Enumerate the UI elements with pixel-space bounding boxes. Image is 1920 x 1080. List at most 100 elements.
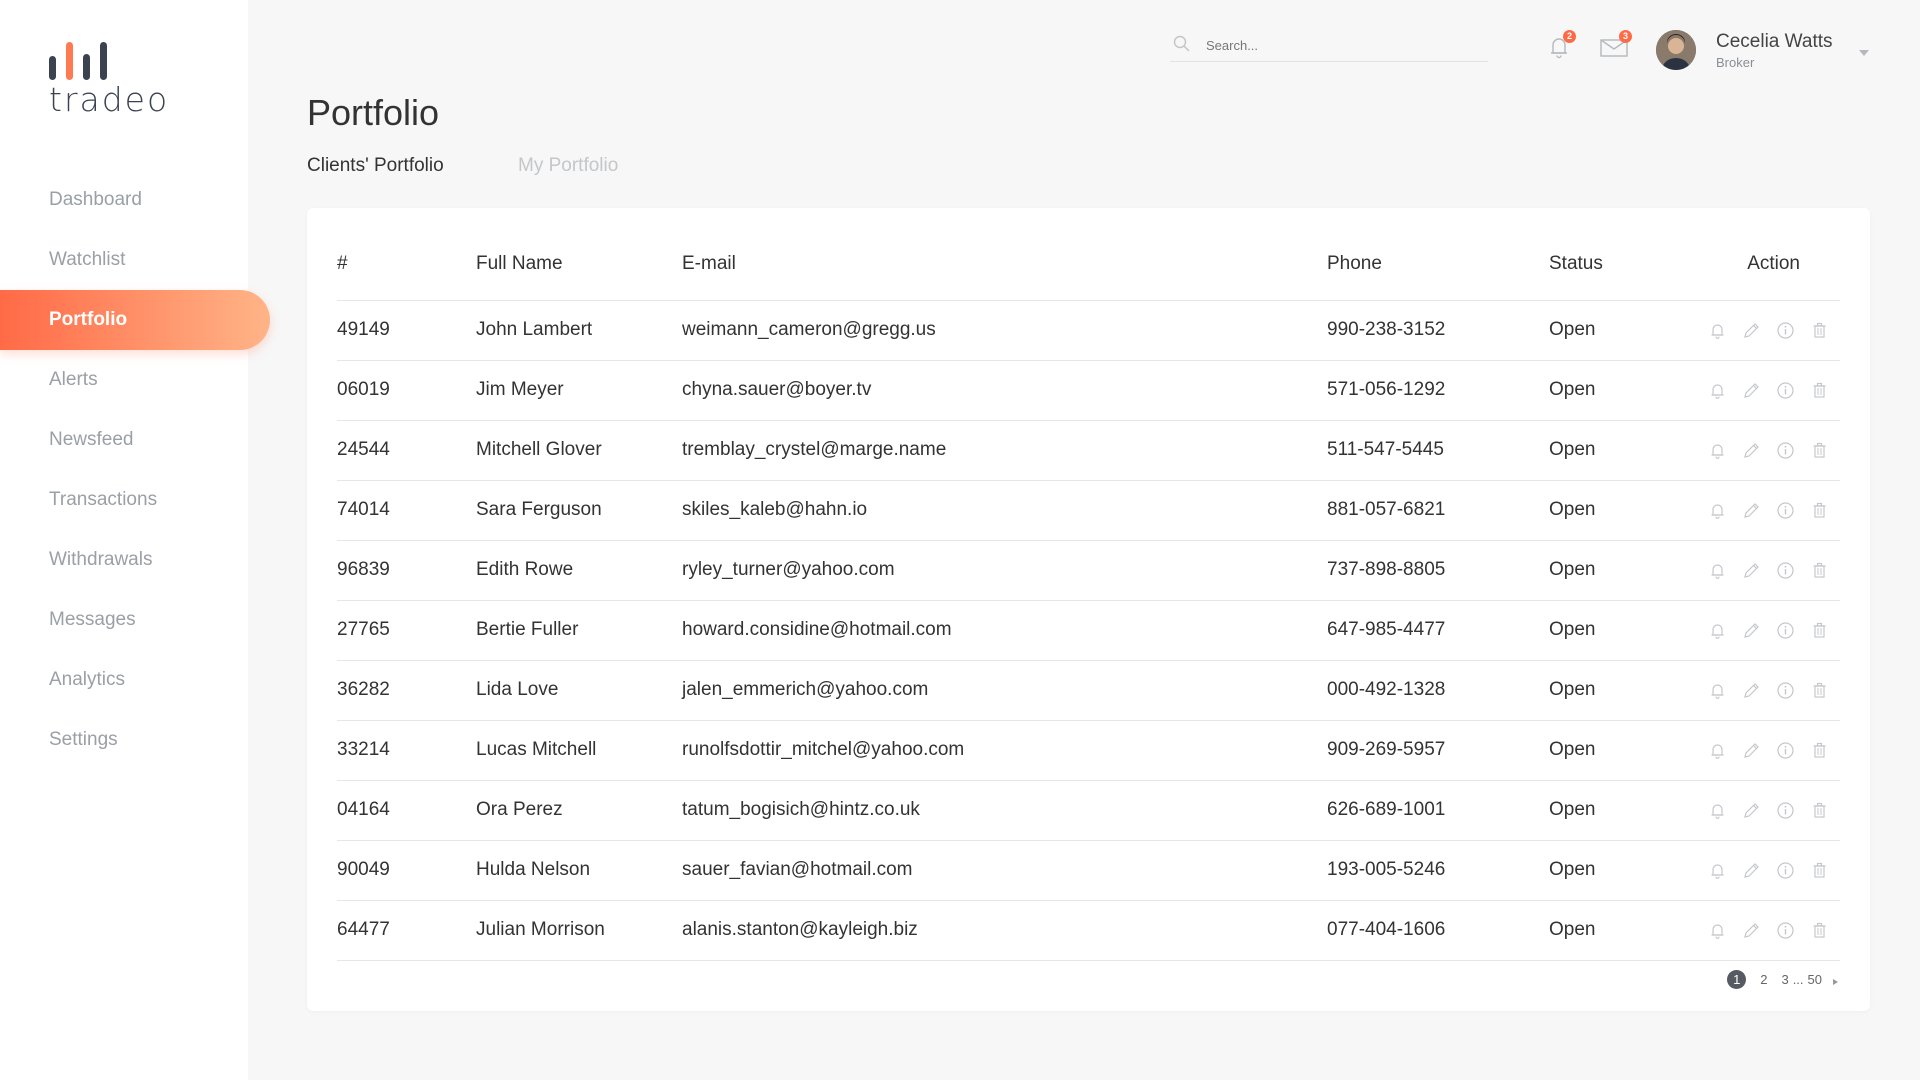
cell-status: Open [1549,840,1689,901]
info-icon[interactable] [1775,740,1796,761]
sidebar-item-transactions[interactable]: Transactions [0,470,270,530]
info-icon[interactable] [1775,860,1796,881]
pencil-icon[interactable] [1741,380,1762,401]
sidebar-nav: Dashboard Watchlist Portfolio Alerts New… [0,170,270,770]
pencil-icon[interactable] [1741,620,1762,641]
page-link-last[interactable]: 50 [1808,972,1822,987]
trash-icon[interactable] [1809,560,1830,581]
table-row[interactable]: 24544 Mitchell Glover tremblay_crystel@mar… [337,420,1840,481]
cell-email: ryley_turner@yahoo.com [682,540,1327,601]
info-icon[interactable] [1775,620,1796,641]
trash-icon[interactable] [1809,800,1830,821]
cell-id: 04164 [337,780,476,841]
trash-icon[interactable] [1809,920,1830,941]
table-row[interactable]: 74014 Sara Ferguson skiles_kaleb@hahn.io 88… [337,480,1840,541]
info-icon[interactable] [1775,320,1796,341]
page-current[interactable]: 1 [1727,970,1747,989]
info-icon[interactable] [1775,680,1796,701]
column-header-email[interactable]: E-mail [682,228,1327,301]
info-icon[interactable] [1775,560,1796,581]
bell-icon[interactable] [1707,380,1728,401]
pencil-icon[interactable] [1741,920,1762,941]
table-row[interactable]: 90049 Hulda Nelson sauer_favian@hotmail.co… [337,840,1840,901]
chevron-right-icon[interactable] [1830,975,1840,985]
sidebar-item-messages[interactable]: Messages [0,590,270,650]
bell-icon[interactable] [1707,500,1728,521]
messages-badge: 3 [1619,30,1632,43]
trash-icon[interactable] [1809,440,1830,461]
column-header-action: Action [1689,228,1840,301]
avatar[interactable] [1656,30,1696,70]
sidebar-item-dashboard[interactable]: Dashboard [0,170,270,230]
trash-icon[interactable] [1809,500,1830,521]
notifications-button[interactable]: 2 [1544,30,1576,62]
trash-icon[interactable] [1809,860,1830,881]
bell-icon[interactable] [1707,860,1728,881]
cell-status: Open [1549,300,1689,361]
tab-my-portfolio[interactable]: My Portfolio [518,155,618,177]
table-row[interactable]: 04164 Ora Perez tatum_bogisich@hintz.co.uk… [337,780,1840,841]
info-icon[interactable] [1775,500,1796,521]
sidebar-item-alerts[interactable]: Alerts [0,350,270,410]
cell-id: 33214 [337,720,476,781]
pencil-icon[interactable] [1741,440,1762,461]
sidebar-item-analytics[interactable]: Analytics [0,650,270,710]
bell-icon[interactable] [1707,920,1728,941]
cell-actions [1689,420,1840,481]
table-row[interactable]: 49149 John Lambert weimann_cameron@gregg.u… [337,300,1840,361]
cell-name: Jim Meyer [476,360,682,421]
bell-icon[interactable] [1707,440,1728,461]
pencil-icon[interactable] [1741,320,1762,341]
pencil-icon[interactable] [1741,500,1762,521]
cell-phone: 647-985-4477 [1327,600,1549,661]
column-header-phone[interactable]: Phone [1327,228,1549,301]
page-link[interactable]: 2 [1760,972,1767,987]
bell-icon[interactable] [1707,620,1728,641]
trash-icon[interactable] [1809,380,1830,401]
cell-status: Open [1549,540,1689,601]
cell-phone: 511-547-5445 [1327,420,1549,481]
cell-name: Mitchell Glover [476,420,682,481]
table-row[interactable]: 36282 Lida Love jalen_emmerich@yahoo.com 00… [337,660,1840,721]
trash-icon[interactable] [1809,680,1830,701]
info-icon[interactable] [1775,380,1796,401]
messages-button[interactable]: 3 [1598,30,1632,62]
pencil-icon[interactable] [1741,860,1762,881]
column-header-id[interactable]: # [337,228,476,301]
bell-icon[interactable] [1707,320,1728,341]
table-row[interactable]: 64477 Julian Morrison alanis.stanton@kayle… [337,900,1840,961]
trash-icon[interactable] [1809,620,1830,641]
sidebar-item-portfolio[interactable]: Portfolio [0,290,270,350]
cell-status: Open [1549,360,1689,421]
column-header-status[interactable]: Status [1549,228,1689,301]
pencil-icon[interactable] [1741,560,1762,581]
search-bar [1170,30,1488,62]
search-input[interactable] [1206,34,1476,56]
sidebar-item-watchlist[interactable]: Watchlist [0,230,270,290]
pencil-icon[interactable] [1741,800,1762,821]
page-link[interactable]: 3 [1781,972,1788,987]
bell-icon[interactable] [1707,680,1728,701]
table-row[interactable]: 27765 Bertie Fuller howard.considine@hotma… [337,600,1840,661]
column-header-name[interactable]: Full Name [476,228,682,301]
bell-icon[interactable] [1707,740,1728,761]
pencil-icon[interactable] [1741,740,1762,761]
table-row[interactable]: 06019 Jim Meyer chyna.sauer@boyer.tv 571-05… [337,360,1840,421]
table-row[interactable]: 96839 Edith Rowe ryley_turner@yahoo.com 737… [337,540,1840,601]
trash-icon[interactable] [1809,320,1830,341]
sidebar-item-withdrawals[interactable]: Withdrawals [0,530,270,590]
info-icon[interactable] [1775,920,1796,941]
bell-icon[interactable] [1707,800,1728,821]
tab-clients-portfolio[interactable]: Clients' Portfolio [307,155,444,177]
chevron-down-icon[interactable] [1857,45,1871,56]
trash-icon[interactable] [1809,740,1830,761]
pencil-icon[interactable] [1741,680,1762,701]
table-row[interactable]: 33214 Lucas Mitchell runolfsdottir_mitchel… [337,720,1840,781]
cell-name: John Lambert [476,300,682,361]
sidebar-item-newsfeed[interactable]: Newsfeed [0,410,270,470]
info-icon[interactable] [1775,440,1796,461]
sidebar-item-settings[interactable]: Settings [0,710,270,770]
logo[interactable]: tradeo [49,40,199,120]
bell-icon[interactable] [1707,560,1728,581]
info-icon[interactable] [1775,800,1796,821]
